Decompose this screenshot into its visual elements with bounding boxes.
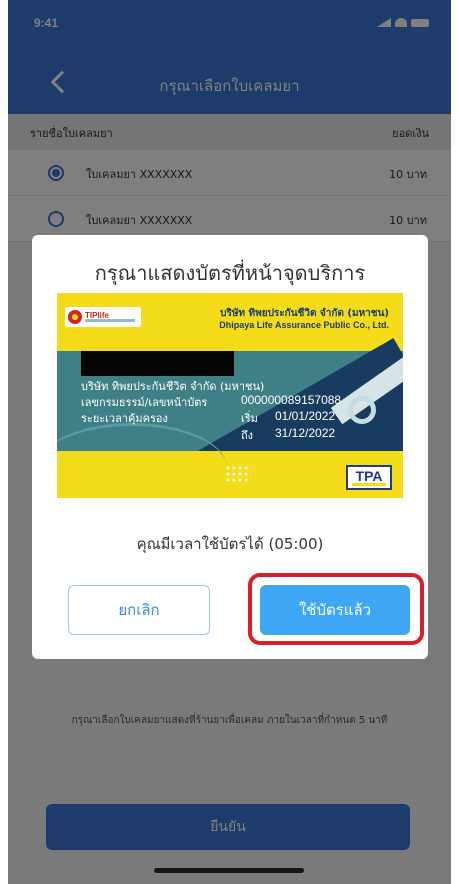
policy-number: 000000089157088 <box>241 393 342 407</box>
coverage-label: ระยะเวลาคุ้มครอง <box>81 412 168 425</box>
insurance-card: TIPlife บริษัท ทิพยประกันชีวิต จำกัด (มห… <box>57 293 403 498</box>
tiplife-logo: TIPlife <box>65 307 141 327</box>
start-label: เริ่ม <box>241 412 258 425</box>
card-used-button[interactable]: ใช้บัตรแล้ว <box>260 585 410 635</box>
end-label: ถึง <box>241 429 254 442</box>
card-decoration <box>57 423 227 498</box>
redacted-name-bar <box>81 351 234 376</box>
phone-screen: 9:41 กรุณาเลือกใบเคลมยา รายชื่อใบเคลมยา … <box>8 0 451 884</box>
start-date: 01/01/2022 <box>275 409 336 423</box>
timer-text: คุณมีเวลาใช้บัตรได้ (05:00) <box>136 535 324 553</box>
tpa-badge-text: TPA <box>355 468 383 484</box>
tpa-badge: TPA <box>346 465 392 490</box>
cancel-button[interactable]: ยกเลิก <box>68 585 210 635</box>
tpa-badge-underline <box>352 483 386 486</box>
end-date: 31/12/2022 <box>275 426 336 440</box>
dialog-title: กรุณาแสดงบัตรที่หน้าจุดบริการ <box>94 261 366 285</box>
show-card-dialog: กรุณาแสดงบัตรที่หน้าจุดบริการ TIPlife บร… <box>32 235 428 659</box>
tiplife-logo-mark <box>68 310 82 324</box>
insurer-name-en: Dhipaya Life Assurance Public Co., Ltd. <box>219 320 389 330</box>
card-ring-decoration <box>348 396 376 424</box>
card-decoration <box>225 465 251 483</box>
insurer-name-th: บริษัท ทิพยประกันชีวิต จำกัด (มหาชน) <box>220 308 389 319</box>
tiplife-logo-underline <box>85 319 135 322</box>
